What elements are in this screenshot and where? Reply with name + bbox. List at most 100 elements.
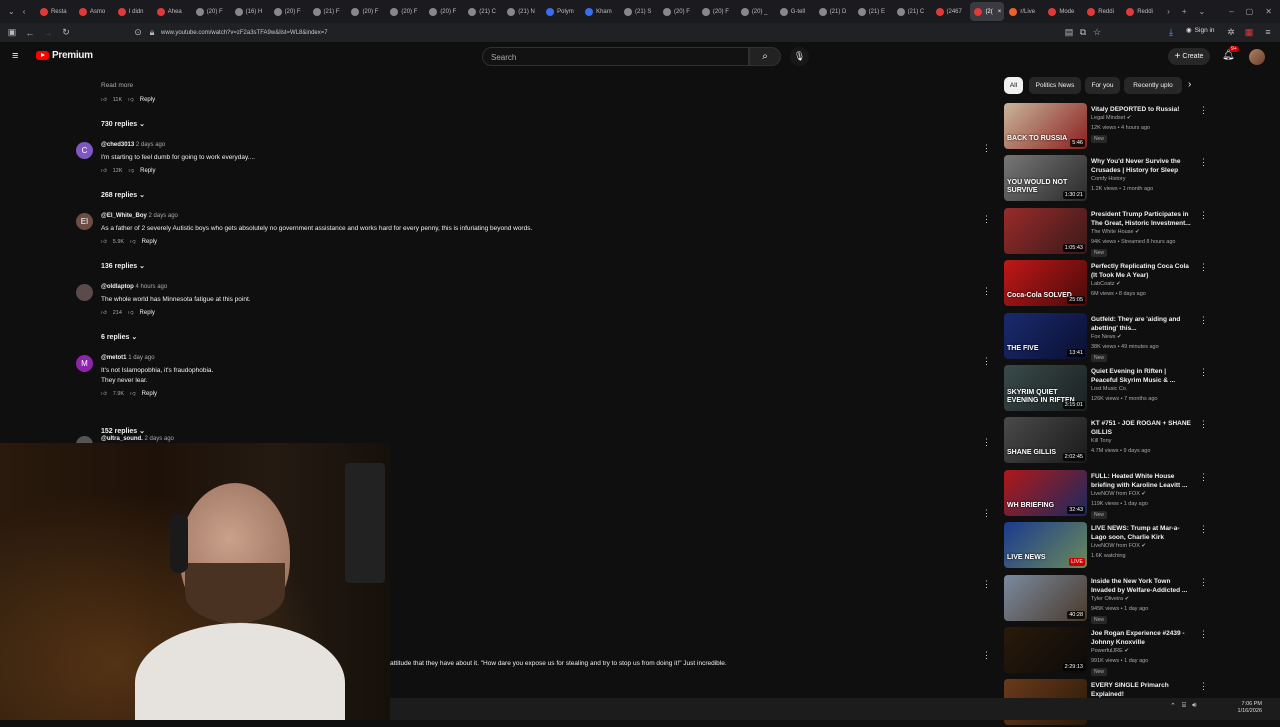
comment-author[interactable]: @ultra_sound. — [101, 436, 143, 442]
comment-author[interactable]: @ched3013 — [101, 142, 134, 148]
back-icon[interactable]: ← — [21, 24, 39, 42]
more-options-icon[interactable]: ⋮ — [1199, 367, 1208, 378]
chip-politics-news[interactable]: Politics News — [1029, 77, 1081, 94]
maximize-icon[interactable]: ▢ — [1246, 7, 1254, 16]
video-thumbnail[interactable]: 2:29:13 — [1004, 627, 1087, 673]
more-options-icon[interactable]: ⋮ — [982, 437, 991, 448]
video-title[interactable]: Joe Rogan Experience #2439 - Johnny Knox… — [1091, 629, 1191, 647]
browser-tab[interactable]: (21) C — [464, 2, 502, 21]
voice-search-button[interactable]: 🎙︎ — [790, 47, 809, 66]
more-options-icon[interactable]: ⋮ — [1199, 105, 1208, 116]
related-video-item[interactable]: SHANE GILLIS 2:02:45 KT #751 - JOE ROGAN +… — [1004, 417, 1208, 465]
browser-tab[interactable]: I didn — [114, 2, 152, 21]
video-channel[interactable]: Lost Music Co. — [1091, 386, 1127, 392]
tab-scroll-left-icon[interactable]: ‹ — [23, 7, 26, 16]
clock[interactable]: 7:06 PM 1/16/2026 — [1238, 701, 1262, 715]
browser-tab[interactable]: Polym — [542, 2, 580, 21]
reader-icon[interactable]: ▤ — [1064, 24, 1074, 42]
video-title[interactable]: President Trump Participates in The Grea… — [1091, 210, 1191, 228]
related-video-item[interactable]: THE FIVE 13:41 Gutfeld: They are 'aiding a… — [1004, 312, 1208, 362]
related-video-item[interactable]: LIVE NEWS LIVE LIVE NEWS: Trump at Mar-a-L… — [1004, 522, 1208, 570]
video-title[interactable]: Inside the New York Town Invaded by Welf… — [1091, 577, 1191, 595]
video-channel[interactable]: LiveNOW from FOX ✔ — [1091, 543, 1146, 549]
dislike-icon[interactable]: 👎︎ — [129, 168, 135, 174]
reply-button[interactable]: Reply — [142, 239, 157, 245]
comment-time[interactable]: 2 days ago — [143, 436, 174, 442]
avatar[interactable]: M — [76, 355, 93, 372]
more-options-icon[interactable]: ⋮ — [982, 650, 991, 661]
comment-time[interactable]: 1 day ago — [127, 355, 154, 361]
comment-time[interactable]: 4 hours ago — [134, 284, 168, 290]
video-title[interactable]: Why You'd Never Survive the Crusades | H… — [1091, 157, 1191, 175]
video-title[interactable]: FULL: Heated White House briefing with K… — [1091, 472, 1191, 490]
browser-tab[interactable]: (20) F — [386, 2, 424, 21]
replies-toggle[interactable]: 152 replies ⌄ — [101, 427, 145, 435]
extensions-puzzle-icon[interactable]: ✲ — [1222, 23, 1240, 41]
more-options-icon[interactable]: ⋮ — [1199, 629, 1208, 640]
video-channel[interactable]: The White House ✔ — [1091, 229, 1140, 235]
video-title[interactable]: Vitaly DEPORTED to Russia! — [1091, 105, 1191, 114]
video-title[interactable]: LIVE NEWS: Trump at Mar-a-Lago soon, Cha… — [1091, 524, 1191, 542]
browser-tab[interactable]: (21) F — [309, 2, 347, 21]
video-channel[interactable]: Kill Tony — [1091, 438, 1111, 444]
replies-toggle[interactable]: 268 replies ⌄ — [101, 191, 145, 199]
more-options-icon[interactable]: ⋮ — [1199, 524, 1208, 535]
like-icon[interactable]: 👍︎ — [101, 168, 107, 174]
browser-tab-active[interactable]: (2(× — [970, 2, 1005, 21]
browser-tab[interactable]: (20) F — [192, 2, 230, 21]
like-icon[interactable]: 👍︎ — [101, 310, 107, 316]
like-icon[interactable]: 👍︎ — [101, 239, 107, 245]
read-more-link[interactable]: Read more — [101, 82, 133, 89]
avatar[interactable]: C — [76, 142, 93, 159]
avatar[interactable] — [1249, 49, 1265, 65]
video-channel[interactable]: Tyler Oliveira ✔ — [1091, 596, 1129, 602]
close-window-icon[interactable]: ✕ — [1265, 7, 1272, 16]
minimize-icon[interactable]: – — [1229, 7, 1233, 16]
more-options-icon[interactable]: ⋮ — [1199, 472, 1208, 483]
avatar[interactable]: EI — [76, 213, 93, 230]
browser-tab[interactable]: r/Live — [1005, 2, 1043, 21]
video-thumbnail[interactable]: WH BRIEFING 32:43 — [1004, 469, 1087, 516]
video-channel[interactable]: PowerfulJRE ✔ — [1091, 648, 1129, 654]
more-options-icon[interactable]: ⋮ — [982, 579, 991, 590]
browser-tab[interactable]: (21) N — [503, 2, 541, 21]
related-video-item[interactable]: 1:05:43 President Trump Participates in T… — [1004, 207, 1208, 257]
url-field[interactable]: www.youtube.com/watch?v=zF2a3sTFA9w&list… — [161, 30, 328, 36]
like-icon[interactable]: 👍︎ — [101, 391, 107, 397]
extension-icon[interactable]: ⧉ — [1078, 24, 1088, 42]
related-video-item[interactable]: 2:29:13 Joe Rogan Experience #2439 - John… — [1004, 627, 1208, 676]
browser-tab[interactable]: (20) F — [425, 2, 463, 21]
browser-tab[interactable]: (20) _ — [737, 2, 775, 21]
like-icon[interactable]: 👍︎ — [101, 97, 107, 103]
browser-tab[interactable]: Reddi — [1083, 2, 1121, 21]
more-options-icon[interactable]: ⋮ — [1199, 577, 1208, 588]
browser-tab[interactable]: (16) H — [231, 2, 269, 21]
notifications-button[interactable]: 🔔︎ 9+ — [1222, 46, 1239, 61]
more-options-icon[interactable]: ⋮ — [982, 508, 991, 519]
video-title[interactable]: Perfectly Replicating Coca Cola (It Took… — [1091, 262, 1191, 280]
signin-button[interactable]: ◉ Sign in — [1186, 26, 1215, 35]
tab-dropdown-icon[interactable]: ⌄ — [1198, 7, 1205, 16]
tab-list-icon[interactable]: ⌄ — [8, 7, 15, 16]
video-thumbnail[interactable]: SKYRIM QUIET EVENING IN RIFTEN 3:15:01 — [1004, 365, 1087, 411]
related-video-item[interactable]: YOU WOULD NOT SURVIVE 1:30:21 Why You'd Ne… — [1004, 155, 1208, 203]
browser-tab[interactable]: G-tell — [776, 2, 814, 21]
browser-tab[interactable]: (21) D — [815, 2, 853, 21]
create-button[interactable]: + Create — [1168, 48, 1210, 65]
related-video-item[interactable]: SKYRIM QUIET EVENING IN RIFTEN 3:15:01 Qui… — [1004, 365, 1208, 413]
video-channel[interactable]: Comfy History — [1091, 176, 1126, 182]
browser-tab[interactable]: Kham — [581, 2, 619, 21]
browser-tab[interactable]: (20) F — [698, 2, 736, 21]
shield-icon[interactable]: ⊙ — [129, 24, 147, 42]
reply-button[interactable]: Reply — [140, 310, 155, 316]
video-thumbnail[interactable]: LIVE NEWS LIVE — [1004, 522, 1087, 569]
menu-icon[interactable]: ≡ — [1259, 23, 1277, 41]
video-thumbnail[interactable]: YOU WOULD NOT SURVIVE 1:30:21 — [1004, 155, 1087, 202]
more-options-icon[interactable]: ⋮ — [1199, 262, 1208, 273]
dislike-icon[interactable]: 👎︎ — [128, 310, 134, 316]
reply-button[interactable]: Reply — [140, 97, 155, 103]
more-options-icon[interactable]: ⋮ — [1199, 681, 1208, 692]
hamburger-menu-icon[interactable]: ≡ — [12, 50, 18, 62]
video-channel[interactable]: LabCoatz ✔ — [1091, 281, 1121, 287]
network-icon[interactable]: ⌸ — [1182, 702, 1186, 710]
